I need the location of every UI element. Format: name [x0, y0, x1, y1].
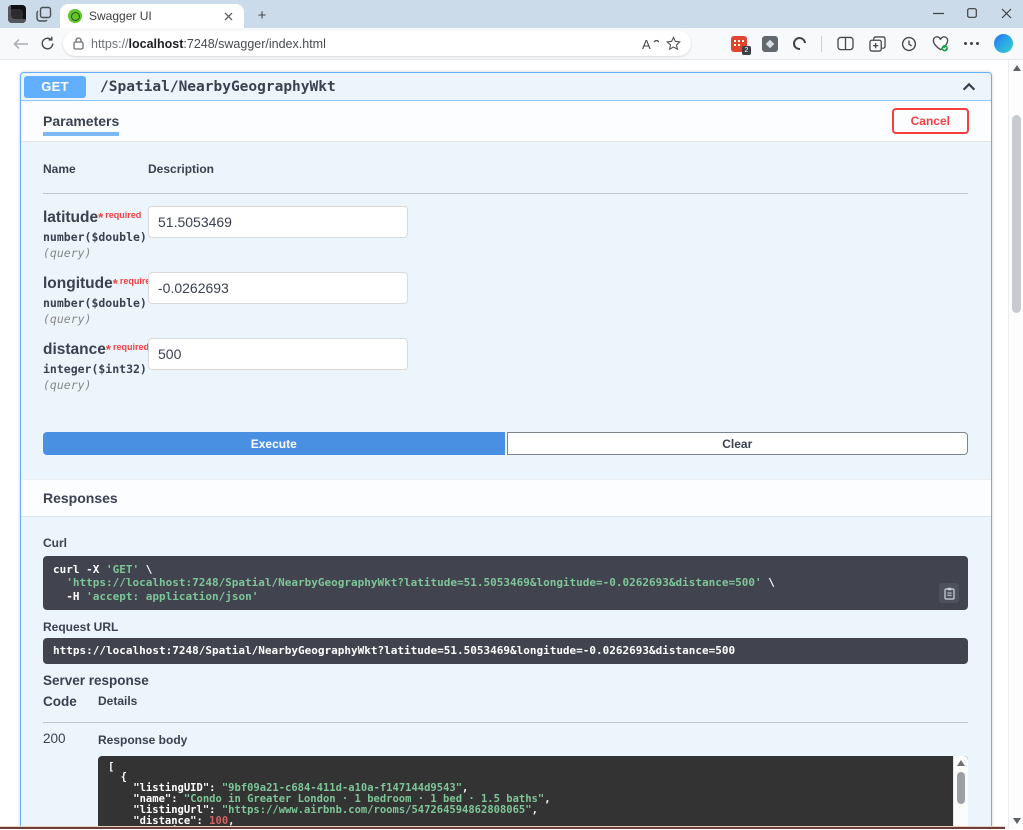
required-star: * [113, 276, 118, 291]
swagger-favicon [68, 9, 82, 23]
clear-button[interactable]: Clear [507, 432, 969, 455]
curl-label: Curl [43, 536, 67, 550]
toolbar-divider [821, 36, 822, 52]
new-tab-button[interactable]: + [254, 8, 270, 24]
scroll-up-arrow-icon[interactable] [1013, 65, 1021, 71]
svg-text:A: A [642, 37, 651, 51]
scrollbar-thumb[interactable] [957, 772, 965, 804]
history-icon[interactable] [901, 36, 917, 52]
refresh-icon[interactable] [40, 36, 55, 51]
param-name: latitude*required [43, 206, 148, 227]
response-row-200: 200 Response body [ { "listingUID": "9bf… [43, 723, 968, 829]
window-bottom-edge [0, 826, 1005, 829]
extension-crescent-icon[interactable] [790, 34, 808, 52]
curl-block: curl -X 'GET' \ 'https://localhost:7248/… [43, 556, 968, 610]
request-url-code: https://localhost:7248/Spatial/NearbyGeo… [53, 644, 958, 657]
extension-badge: 2 [742, 46, 751, 55]
request-url-label: Request URL [43, 620, 968, 634]
window-close-button[interactable] [989, 0, 1023, 26]
response-body-label: Response body [98, 733, 187, 747]
copy-to-clipboard-button[interactable] [939, 583, 959, 603]
collections-icon[interactable] [869, 36, 886, 52]
endpoint-path: /Spatial/NearbyGeographyWkt [100, 79, 959, 95]
opblock-summary[interactable]: GET /Spatial/NearbyGeographyWkt [21, 73, 991, 101]
curl-code: curl -X 'GET' \ 'https://localhost:7248/… [53, 563, 934, 603]
required-star: * [98, 210, 103, 225]
response-body-code: [ { "listingUID": "9bf09a21-c684-411d-a1… [108, 762, 942, 829]
lock-icon[interactable] [73, 37, 84, 50]
latitude-input[interactable] [148, 206, 408, 238]
workspaces-icon[interactable] [36, 6, 52, 22]
column-header-code: Code [43, 694, 98, 709]
url-text: https://localhost:7248/swagger/index.htm… [91, 37, 635, 51]
copilot-icon[interactable] [994, 34, 1013, 53]
browser-toolbar: https://localhost:7248/swagger/index.htm… [0, 28, 1023, 60]
browser-essentials-icon[interactable] [932, 36, 949, 52]
param-row-longitude: longitude*required number($double) (quer… [43, 272, 968, 326]
param-name: longitude*required [43, 272, 148, 293]
param-location: (query) [43, 246, 148, 260]
mascot-icon[interactable] [8, 5, 26, 23]
distance-input[interactable] [148, 338, 408, 370]
required-label: required [105, 210, 141, 220]
browser-window: Swagger UI + [0, 0, 1023, 830]
param-location: (query) [43, 378, 148, 392]
execute-button[interactable]: Execute [43, 432, 505, 455]
tab-parameters[interactable]: Parameters [43, 113, 119, 129]
active-tab-underline [43, 132, 119, 136]
param-row-latitude: latitude*required number($double) (query… [43, 206, 968, 260]
server-response-label: Server response [43, 673, 968, 688]
opblock-get: GET /Spatial/NearbyGeographyWkt Paramete… [20, 72, 992, 829]
extension-red-icon[interactable]: 2 [731, 36, 747, 52]
swagger-page: GET /Spatial/NearbyGeographyWkt Paramete… [0, 60, 1023, 829]
param-row-distance: distance*required integer($int32) (query… [43, 338, 968, 392]
window-minimize-button[interactable] [921, 0, 955, 26]
split-screen-icon[interactable] [837, 36, 854, 51]
window-maximize-button[interactable] [955, 0, 989, 26]
scroll-up-arrow-icon[interactable] [957, 760, 965, 766]
param-location: (query) [43, 312, 148, 326]
response-body-scrollbar[interactable] [953, 756, 968, 829]
read-aloud-icon[interactable]: A [642, 37, 659, 51]
back-icon[interactable] [10, 38, 32, 50]
settings-more-icon[interactable] [964, 42, 979, 45]
address-bar[interactable]: https://localhost:7248/swagger/index.htm… [63, 31, 691, 56]
tab-title: Swagger UI [89, 9, 213, 23]
param-type: integer($int32) [43, 362, 148, 376]
parameters-header: Parameters Cancel [21, 101, 991, 142]
param-name: distance*required [43, 338, 148, 359]
column-header-description: Description [148, 162, 214, 176]
param-type: number($double) [43, 296, 148, 310]
column-header-name: Name [43, 162, 148, 176]
browser-tab-swagger-ui[interactable]: Swagger UI [60, 4, 244, 28]
required-label: required [113, 342, 149, 352]
responses-title: Responses [43, 490, 118, 506]
responses-section: Curl curl -X 'GET' \ 'https://localhost:… [21, 517, 991, 829]
response-body-block: [ { "listingUID": "9bf09a21-c684-411d-a1… [98, 756, 968, 829]
collapse-chevron-icon[interactable] [959, 77, 979, 97]
required-star: * [106, 342, 111, 357]
param-type: number($double) [43, 230, 148, 244]
scroll-down-arrow-icon[interactable] [1013, 818, 1021, 824]
cancel-button[interactable]: Cancel [892, 108, 969, 134]
parameters-table: Name Description latitude*required numbe… [21, 142, 991, 479]
status-code: 200 [43, 731, 98, 829]
longitude-input[interactable] [148, 272, 408, 304]
favorites-star-icon[interactable] [666, 36, 681, 51]
responses-header: Responses [21, 479, 991, 517]
column-header-details: Details [98, 694, 137, 709]
tab-close-icon[interactable] [220, 8, 236, 24]
page-scrollbar-thumb[interactable] [1012, 115, 1021, 313]
http-method-badge: GET [24, 76, 86, 98]
request-url-block: https://localhost:7248/Spatial/NearbyGeo… [43, 638, 968, 663]
page-scrollbar[interactable] [1008, 60, 1023, 829]
tab-strip: Swagger UI + [0, 0, 1023, 28]
extension-gray-icon[interactable] [762, 36, 778, 52]
